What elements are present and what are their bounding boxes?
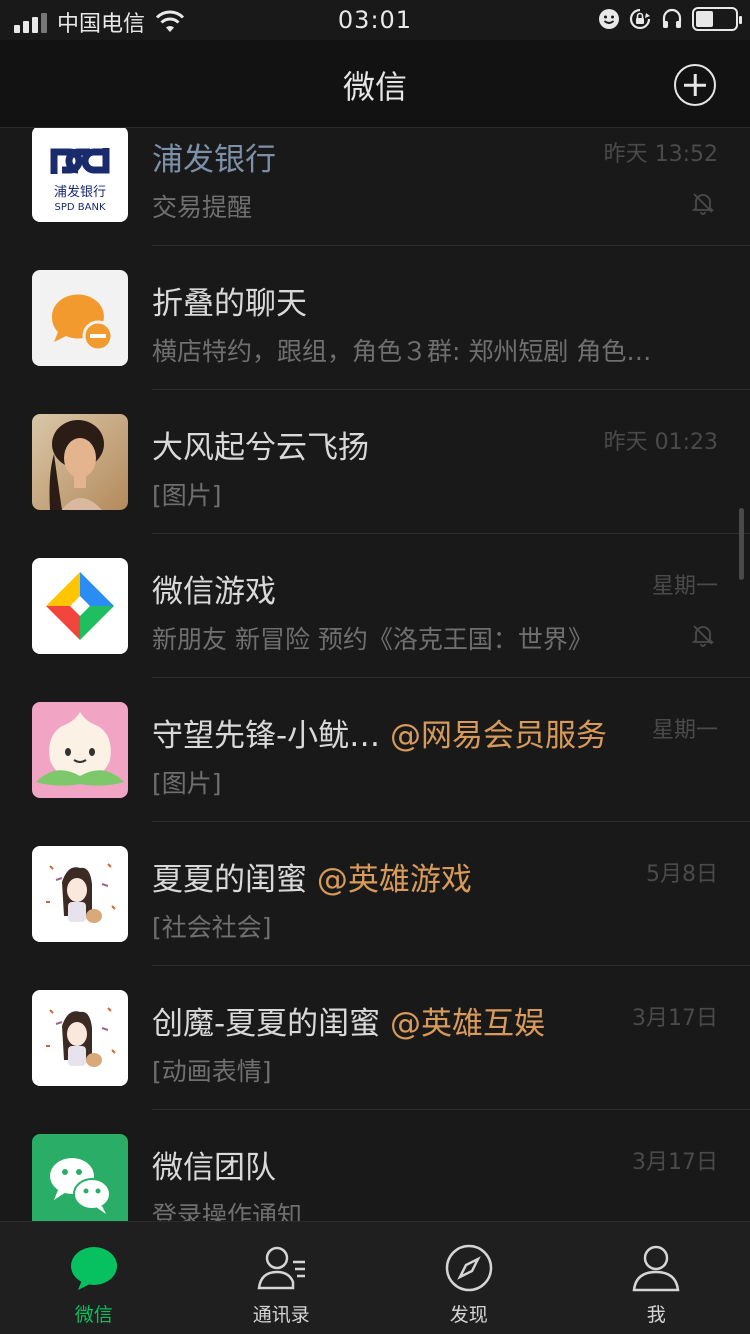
contacts-icon (257, 1246, 306, 1290)
chat-name: 微信游戏 (152, 574, 276, 610)
page-title: 微信 (342, 68, 407, 106)
headphones-icon (662, 8, 682, 28)
status-bar: 中国电信 03:01 (0, 0, 750, 40)
tab-chats[interactable]: 微信 (0, 1222, 188, 1334)
rotation-lock-icon (629, 8, 651, 30)
chat-preview: [动画表情] (152, 1057, 272, 1086)
smiley-icon (599, 9, 619, 29)
group-mention-tag: @英雄游戏 (316, 862, 472, 898)
chat-time: 昨天 01:23 (603, 430, 718, 455)
tab-me[interactable]: 我 (563, 1222, 750, 1334)
chat-row-chuangmo[interactable]: 创魔-夏夏的闺蜜 @英雄互娱 [动画表情] 3月17日 (0, 966, 750, 1110)
chat-row-wechat-team[interactable]: 微信团队 登录操作通知 3月17日 (0, 1110, 750, 1221)
cartoon-girl-avatar (32, 846, 128, 942)
pachimari-avatar (32, 702, 128, 798)
chat-preview: 新朋友 新冒险 预约《洛克王国：世界》 (152, 625, 593, 654)
chat-bubble-icon (70, 1247, 117, 1290)
tab-label: 发现 (449, 1304, 488, 1326)
chat-name: 创魔-夏夏的闺蜜 @英雄互娱 (152, 1006, 546, 1042)
tab-contacts[interactable]: 通讯录 (188, 1222, 376, 1334)
chat-row-folded[interactable]: 折叠的聊天 横店特约，跟组，角色３群: 郑州短剧 角色… (0, 246, 750, 390)
tab-label: 微信 (74, 1304, 113, 1326)
folded-chats-icon (32, 270, 128, 366)
chat-time: 3月17日 (632, 1006, 718, 1031)
chat-row-dafeng[interactable]: 大风起兮云飞扬 [图片] 昨天 01:23 (0, 390, 750, 534)
tab-label: 通讯录 (252, 1304, 310, 1326)
chat-row-xiaxia[interactable]: 夏夏的闺蜜 @英雄游戏 [社会社会] 5月8日 (0, 822, 750, 966)
group-mention-tag: @网易会员服务 (390, 718, 608, 754)
chat-name: 大风起兮云飞扬 (152, 430, 369, 466)
chat-row-overwatch[interactable]: 守望先锋-小鱿… @网易会员服务 [图片] 星期一 (0, 678, 750, 822)
svg-text:SPD BANK: SPD BANK (55, 202, 106, 213)
mute-bell-icon (691, 625, 715, 647)
scroll-indicator[interactable] (739, 508, 744, 580)
portrait-photo (32, 414, 128, 510)
chat-name: 折叠的聊天 (152, 286, 307, 322)
chat-time: 星期一 (651, 574, 718, 599)
chat-preview: 交易提醒 (152, 193, 253, 222)
chat-preview: [图片] (152, 481, 222, 510)
nav-bar: 微信 (0, 40, 750, 128)
chat-preview: [图片] (152, 769, 222, 798)
group-mention-tag: @英雄互娱 (390, 1006, 546, 1042)
battery-icon (692, 7, 742, 31)
chat-name: 微信团队 (152, 1150, 276, 1186)
tab-bar: 微信 通讯录 发现 我 (0, 1221, 750, 1334)
chat-preview: 横店特约，跟组，角色３群: 郑州短剧 角色… (152, 337, 652, 366)
wechat-team-logo (32, 1134, 128, 1221)
spd-bank-logo: 浦发银行 SPD BANK (32, 128, 128, 222)
chat-time: 3月17日 (632, 1150, 718, 1175)
chat-list[interactable]: 浦发银行 SPD BANK 浦发银行 交易提醒 昨天 13:52 折叠的聊天 横… (0, 128, 750, 1221)
chat-time: 昨天 13:52 (603, 142, 718, 167)
person-icon (632, 1245, 680, 1292)
add-button[interactable] (674, 64, 716, 106)
compass-icon (445, 1244, 492, 1292)
chat-name: 夏夏的闺蜜 @英雄游戏 (152, 862, 472, 898)
mute-bell-icon (691, 193, 715, 215)
tab-discover[interactable]: 发现 (375, 1222, 563, 1334)
chat-time: 星期一 (651, 718, 718, 743)
chat-time: 5月8日 (646, 862, 718, 887)
svg-text:浦发银行: 浦发银行 (54, 184, 106, 200)
chat-row-spd-bank[interactable]: 浦发银行 SPD BANK 浦发银行 交易提醒 昨天 13:52 (0, 128, 750, 246)
chat-preview: [社会社会] (152, 913, 272, 942)
chat-name: 浦发银行 (152, 142, 276, 178)
chat-preview: 登录操作通知 (152, 1201, 303, 1221)
chat-row-wechat-games[interactable]: 微信游戏 新朋友 新冒险 预约《洛克王国：世界》 星期一 (0, 534, 750, 678)
cartoon-girl-avatar (32, 990, 128, 1086)
tab-label: 我 (646, 1304, 666, 1326)
wechat-games-logo (32, 558, 128, 654)
chat-name: 守望先锋-小鱿… @网易会员服务 (152, 718, 608, 754)
